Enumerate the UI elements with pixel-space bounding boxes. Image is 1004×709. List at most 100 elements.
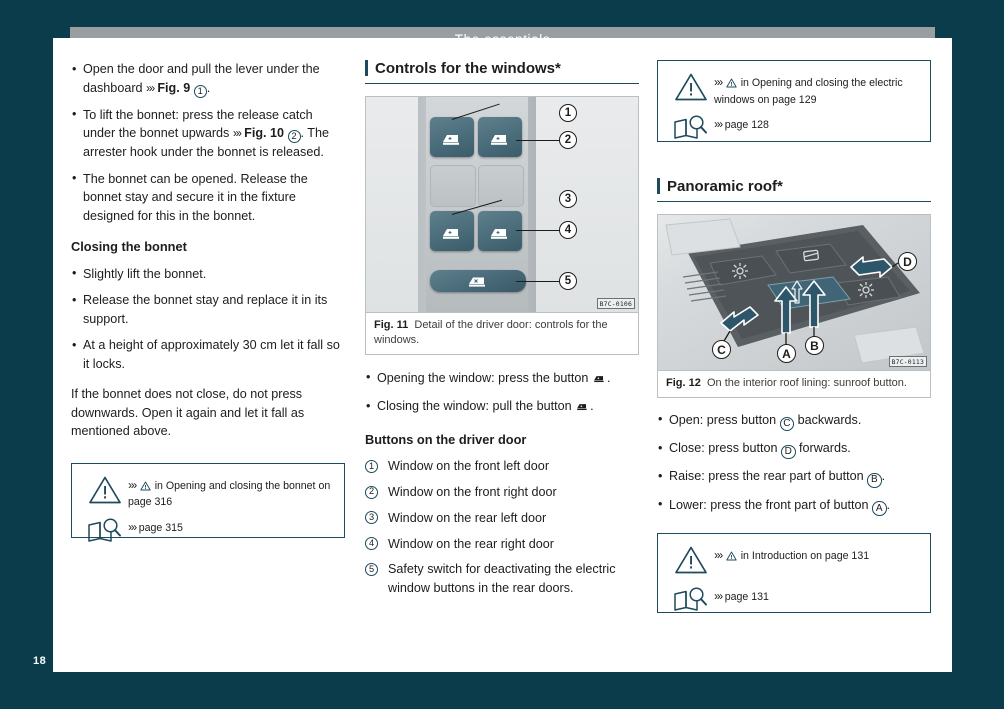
book-magnifier-icon	[82, 515, 128, 545]
subheading-buttons-driver-door: Buttons on the driver door	[365, 431, 527, 447]
window-button-front-left[interactable]	[430, 117, 474, 157]
circled-number: 4	[365, 537, 378, 551]
bullet-open-door: Open the door and pull the lever under t…	[71, 60, 345, 98]
circled-letter: A	[872, 501, 887, 516]
list-item: 5 Safety switch for deactivating the ele…	[365, 560, 639, 597]
info-box-introduction: ››› in Introduction on page 131 ››› page…	[657, 532, 931, 613]
circled-callout: 2	[287, 130, 301, 144]
list-item-label: Safety switch for deactivating the elect…	[388, 562, 616, 595]
info-row-warning: ››› in Opening and closing the bonnet on…	[82, 473, 334, 510]
callout-circle-d: D	[898, 252, 917, 271]
list-item-label: Window on the rear right door	[388, 536, 554, 551]
circled-number: 3	[365, 511, 378, 525]
list-item: 1 Window on the front left door	[365, 457, 639, 475]
circled-letter: B	[867, 473, 882, 488]
callout-circle-3: 3	[559, 190, 577, 208]
warning-triangle-icon	[668, 70, 714, 102]
list-item-label: Window on the front left door	[388, 459, 550, 474]
bullet-lower-roof: Lower: press the front part of button A.	[657, 495, 931, 516]
info-warning-text: ››› in Opening and closing the bonnet on…	[128, 477, 331, 509]
figure-11: 1 2 3 4 5 B7C-0106 Fig. 11 Detail of the…	[365, 96, 639, 355]
figure-11-label: Fig. 11	[374, 319, 409, 331]
page-columns: Open the door and pull the lever under t…	[53, 38, 952, 672]
figure-12-caption: Fig. 12 On the interior roof lining: sun…	[658, 370, 930, 397]
chevron-ref-icon: ›››	[232, 126, 242, 141]
bullet-open-roof: Open: press button C backwards.	[657, 410, 931, 432]
callout-leader-2	[516, 140, 561, 141]
button-recess	[430, 165, 476, 207]
section-heading-controls-windows: Controls for the windows*	[365, 60, 639, 84]
figure-12-label: Fig. 12	[666, 377, 701, 389]
info-box-electric-windows: ››› in Opening and closing the electric …	[657, 60, 931, 142]
circled-letter: C	[779, 416, 795, 432]
circled-number: 1	[365, 459, 378, 473]
bullet-close-roof: Close: press button D forwards.	[657, 439, 931, 460]
bullet-raise-roof: Raise: press the rear part of button B.	[657, 467, 931, 488]
safety-switch-button[interactable]	[430, 270, 526, 292]
book-magnifier-icon	[668, 112, 714, 142]
list-item: 3 Window on the rear left door	[365, 509, 639, 527]
bullet-let-fall: At a height of approximately 30 cm let i…	[71, 336, 345, 373]
info-box-bonnet: ››› in Opening and closing the bonnet on…	[71, 462, 345, 542]
figure-12: C A B D B7C-0113 Fig. 12 On the interior…	[657, 214, 931, 398]
chevron-ref-icon: ›››	[714, 75, 723, 89]
page-number: 18	[33, 655, 47, 667]
bullet-closing-window: Closing the window: pull the button .	[365, 397, 639, 418]
chevron-ref-icon: ›››	[714, 547, 723, 562]
subheading-closing-bonnet: Closing the bonnet	[71, 239, 187, 255]
circled-number: 5	[365, 562, 378, 576]
info-row-reference: ››› page 131	[668, 584, 920, 620]
warning-triangle-inline-icon	[726, 551, 737, 566]
chevron-ref-icon: ›››	[128, 520, 137, 535]
chevron-ref-icon: ›››	[146, 80, 155, 95]
bullet-release-stay: Release the bonnet stay and replace it i…	[71, 291, 345, 328]
circled-letter: D	[781, 444, 796, 460]
bullet-opening-window: Opening the window: press the button .	[365, 368, 639, 390]
chevron-ref-icon: ›››	[714, 117, 723, 132]
list-item: 2 Window on the front right door	[365, 483, 639, 501]
bullet-lift-bonnet: To lift the bonnet: press the release ca…	[71, 105, 345, 162]
warning-triangle-icon	[668, 543, 714, 575]
page-sheet: Open the door and pull the lever under t…	[53, 38, 952, 672]
callout-circle-a: A	[777, 344, 796, 363]
info-reference-text: ››› page 128	[714, 117, 769, 132]
callout-circle-c: C	[712, 340, 731, 359]
warning-triangle-inline-icon	[140, 481, 151, 496]
book-magnifier-icon	[668, 584, 714, 614]
callout-circle-1: 1	[559, 104, 577, 122]
figure-reference[interactable]: Fig. 10	[244, 126, 284, 140]
info-warning-text: ››› in Opening and closing the electric …	[714, 75, 903, 106]
window-open-glyph-icon	[593, 371, 606, 390]
info-reference-text: ››› page 315	[128, 520, 183, 535]
callout-circle-2: 2	[559, 131, 577, 149]
warning-triangle-icon	[82, 473, 128, 505]
window-close-glyph-icon	[576, 399, 589, 418]
paragraph-bonnet-not-close: If the bonnet does not close, do not pre…	[71, 387, 305, 439]
column-right: ››› in Opening and closing the electric …	[657, 60, 931, 613]
figure-12-caption-text: On the interior roof lining: sunroof but…	[706, 377, 907, 389]
callout-circle-4: 4	[559, 221, 577, 239]
window-button-rear-right[interactable]	[478, 211, 522, 251]
column-left: Open the door and pull the lever under t…	[71, 60, 345, 542]
figure-12-image: C A B D B7C-0113	[658, 215, 930, 370]
window-button-rear-left[interactable]	[430, 211, 474, 251]
chevron-ref-icon: ›››	[128, 477, 137, 492]
figure-11-caption-text: Detail of the driver door: controls for …	[374, 319, 608, 346]
section-heading-panoramic-roof: Panoramic roof*	[657, 178, 931, 202]
figure-reference[interactable]: Fig. 9	[157, 81, 190, 95]
callout-circle-b: B	[805, 336, 824, 355]
info-row-warning: ››› in Opening and closing the electric …	[668, 70, 920, 107]
figure-11-code: B7C-0106	[596, 298, 635, 309]
info-row-reference: ››› page 315	[82, 515, 334, 551]
list-item-label: Window on the front right door	[388, 485, 557, 500]
figure-12-code: B7C-0113	[888, 356, 927, 367]
bullet-slightly-lift: Slightly lift the bonnet.	[71, 264, 345, 284]
figure-11-image: 1 2 3 4 5 B7C-0106	[366, 97, 638, 312]
list-item-label: Window on the rear left door	[388, 510, 547, 525]
callout-leader-5	[516, 281, 561, 282]
window-button-front-right[interactable]	[478, 117, 522, 157]
bullet-bonnet-opened: The bonnet can be opened. Release the bo…	[71, 169, 345, 226]
warning-triangle-inline-icon	[726, 78, 737, 93]
driver-door-button-list: 1 Window on the front left door 2 Window…	[365, 457, 639, 597]
circled-number: 2	[365, 485, 378, 499]
